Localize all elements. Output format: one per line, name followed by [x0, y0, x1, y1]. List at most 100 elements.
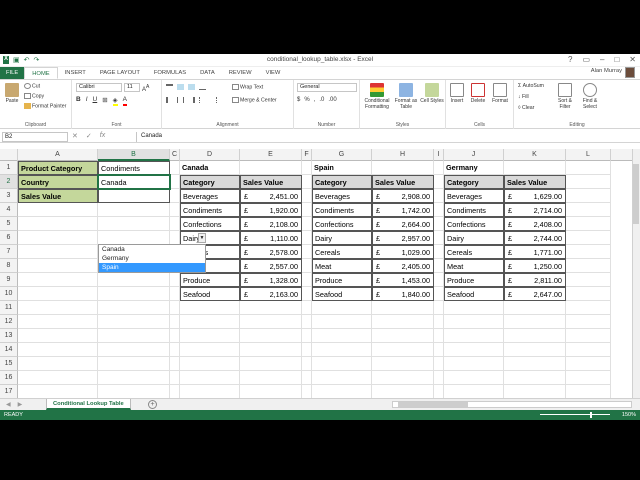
select-all-corner[interactable] [0, 149, 18, 161]
grid-cell[interactable] [312, 301, 372, 315]
grid-cell[interactable] [98, 315, 170, 329]
grid-cell[interactable] [566, 315, 611, 329]
column-header-f[interactable]: F [302, 149, 312, 161]
sort-filter-button[interactable]: Sort & Filter [554, 83, 576, 110]
insert-function-icon[interactable]: fx [100, 132, 105, 140]
table-row-sales-value[interactable]: £2,408.00 [504, 217, 566, 231]
grid-cell[interactable] [170, 231, 180, 245]
grid-cell[interactable] [18, 203, 98, 217]
dropdown-option[interactable]: Germany [99, 254, 205, 263]
column-header-j[interactable]: J [444, 149, 504, 161]
row-header-7[interactable]: 7 [0, 245, 18, 259]
grid-cell[interactable] [170, 287, 180, 301]
grid-cell[interactable] [18, 273, 98, 287]
cut-button[interactable]: Cut [24, 83, 40, 89]
grid-cell[interactable] [302, 329, 312, 343]
table-row-sales-value[interactable]: £1,453.00 [372, 273, 434, 287]
grid-cell[interactable] [566, 287, 611, 301]
grid-cell[interactable] [240, 161, 302, 175]
grid-cell[interactable] [302, 343, 312, 357]
table-row-sales-value[interactable]: £1,840.00 [372, 287, 434, 301]
table-row-sales-value[interactable]: £1,920.00 [240, 203, 302, 217]
grid-cell[interactable] [302, 189, 312, 203]
table-row-sales-value[interactable]: £1,742.00 [372, 203, 434, 217]
zoom-level[interactable]: 150% [622, 410, 636, 420]
horizontal-scroll-thumb[interactable] [398, 402, 468, 407]
grid-cell[interactable] [170, 301, 180, 315]
table-row-sales-value[interactable]: £2,957.00 [372, 231, 434, 245]
grid-cell[interactable] [434, 343, 444, 357]
name-box[interactable]: B2 [2, 132, 68, 142]
row-header-11[interactable]: 11 [0, 301, 18, 315]
table-row-sales-value[interactable]: £1,328.00 [240, 273, 302, 287]
grid-cell[interactable] [98, 343, 170, 357]
table-2-title[interactable]: Germany [444, 161, 504, 175]
cell-a1[interactable]: Product Category [18, 161, 98, 175]
row-header-2[interactable]: 2 [0, 175, 18, 189]
grid-cell[interactable] [444, 329, 504, 343]
increase-decimal-icon[interactable]: .0 [319, 97, 324, 103]
table-row-category[interactable]: Produce [312, 273, 372, 287]
tab-file[interactable]: FILE [0, 67, 25, 79]
grid-cell[interactable] [180, 329, 240, 343]
row-header-13[interactable]: 13 [0, 329, 18, 343]
table-row-category[interactable]: Produce [444, 273, 504, 287]
grow-font-icon[interactable]: AA [142, 84, 149, 93]
grid-cell[interactable] [434, 385, 444, 398]
grid-cell[interactable] [504, 385, 566, 398]
grid-cell[interactable] [434, 287, 444, 301]
column-header-c[interactable]: C [170, 149, 180, 161]
dropdown-option[interactable]: Canada [99, 245, 205, 254]
grid-cell[interactable] [566, 273, 611, 287]
grid-cell[interactable] [302, 175, 312, 189]
table-row-sales-value[interactable]: £2,108.00 [240, 217, 302, 231]
grid-cell[interactable] [302, 161, 312, 175]
cell-b2[interactable]: Canada [98, 175, 170, 189]
number-format-select[interactable]: General [297, 83, 357, 92]
table-1-title[interactable]: Spain [312, 161, 372, 175]
grid-cell[interactable] [98, 203, 170, 217]
table-row-category[interactable]: Beverages [444, 189, 504, 203]
align-right-icon[interactable] [188, 97, 195, 103]
delete-cells-button[interactable]: Delete [468, 83, 488, 104]
grid-cell[interactable] [312, 371, 372, 385]
grid-cell[interactable] [240, 385, 302, 398]
grid-cell[interactable] [566, 175, 611, 189]
table-row-sales-value[interactable]: £1,771.00 [504, 245, 566, 259]
grid-cell[interactable] [434, 357, 444, 371]
table-0-title[interactable]: Canada [180, 161, 240, 175]
column-header-d[interactable]: D [180, 149, 240, 161]
copy-button[interactable]: Copy [24, 93, 44, 99]
grid-cell[interactable] [504, 329, 566, 343]
grid-cell[interactable] [566, 245, 611, 259]
table-row-sales-value[interactable]: £2,405.00 [372, 259, 434, 273]
grid-cell[interactable] [240, 315, 302, 329]
grid-cell[interactable] [566, 371, 611, 385]
maximize-icon[interactable]: □ [614, 55, 619, 64]
grid-cell[interactable] [434, 203, 444, 217]
table-header-category[interactable]: Category [180, 175, 240, 189]
tab-data[interactable]: DATA [193, 67, 222, 79]
table-row-category[interactable]: Cereals [312, 245, 372, 259]
autosum-button[interactable]: Σ AutoSum [518, 83, 544, 89]
grid-cell[interactable] [170, 175, 180, 189]
worksheet-grid[interactable]: A B C D E F G H I J K L 1 2 3 4 5 6 7 8 9 10 11 12 13 14 15 16 17 Pro… [0, 149, 632, 398]
grid-cell[interactable] [18, 301, 98, 315]
format-cells-button[interactable]: Format [489, 83, 511, 104]
borders-icon[interactable]: ⊞ [102, 96, 107, 106]
grid-cell[interactable] [302, 203, 312, 217]
grid-cell[interactable] [444, 357, 504, 371]
grid-cell[interactable] [504, 161, 566, 175]
grid-cell[interactable] [312, 315, 372, 329]
grid-cell[interactable] [434, 371, 444, 385]
grid-cell[interactable] [302, 315, 312, 329]
table-row-category[interactable]: Dairy [180, 231, 240, 245]
grid-cell[interactable] [170, 217, 180, 231]
grid-cell[interactable] [566, 189, 611, 203]
grid-cell[interactable] [18, 259, 98, 273]
grid-cell[interactable] [434, 161, 444, 175]
validation-dropdown[interactable]: Canada Germany Spain [98, 244, 206, 273]
grid-cell[interactable] [434, 259, 444, 273]
grid-cell[interactable] [566, 343, 611, 357]
grid-cell[interactable] [98, 371, 170, 385]
